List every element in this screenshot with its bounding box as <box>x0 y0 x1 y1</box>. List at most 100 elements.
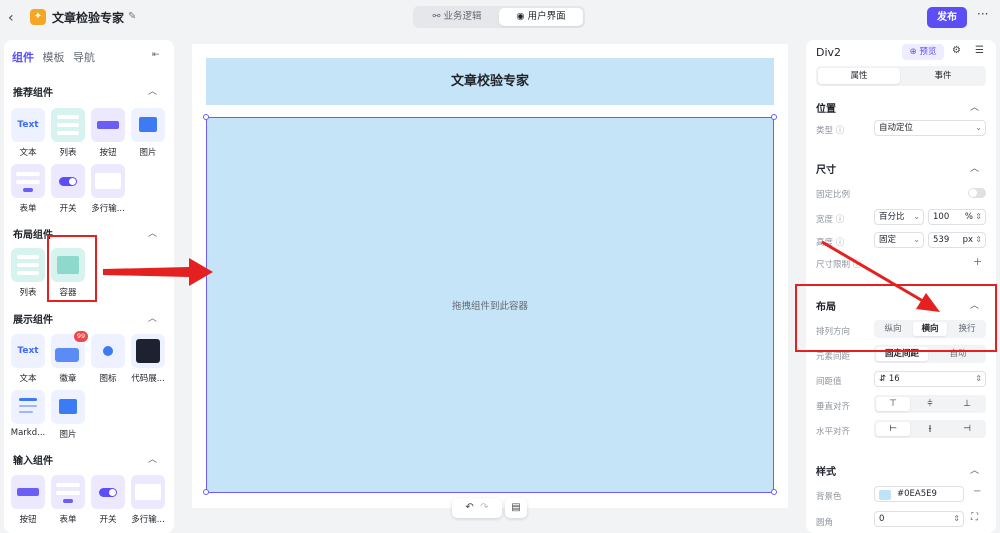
component-layout-list[interactable]: 列表 <box>10 248 46 298</box>
corner-expand-icon[interactable]: ⛶ <box>971 512 978 523</box>
component-text[interactable]: Text 文本 <box>10 108 46 158</box>
resize-handle-top-left[interactable] <box>203 114 209 120</box>
fixed-ratio-label: 固定比例 <box>816 190 851 200</box>
align-middle-icon[interactable]: ⫩ <box>913 397 947 411</box>
component-input-button[interactable]: 按钮 <box>10 475 46 525</box>
chevron-up-icon[interactable]: ︿ <box>970 100 979 113</box>
color-swatch[interactable] <box>879 490 891 500</box>
horizontal-align-label: 水平对齐 <box>816 427 851 437</box>
component-input-form[interactable]: 表单 <box>50 475 86 525</box>
align-left-icon[interactable]: ⊢ <box>876 422 910 436</box>
code-thumb-icon <box>131 334 165 368</box>
selected-container[interactable]: 拖拽组件到此容器 <box>206 117 774 493</box>
section-title-display: 展示组件 <box>13 315 53 326</box>
component-input-switch[interactable]: 开关 <box>90 475 126 525</box>
chevron-up-icon[interactable]: ︿ <box>148 452 157 465</box>
canvas-title-block[interactable]: 文章校验专家 <box>206 58 774 105</box>
align-right-icon[interactable]: ⊣ <box>950 422 984 436</box>
undo-icon[interactable]: ↶ <box>465 502 473 513</box>
tab-user-interface[interactable]: ◉ 用户界面 <box>499 8 583 26</box>
chevron-up-icon[interactable]: ︿ <box>148 311 157 324</box>
redo-icon[interactable]: ↷ <box>480 502 488 513</box>
edit-icon[interactable]: ✎ <box>128 11 136 22</box>
preview-button[interactable]: ⊕ 预览 <box>902 44 944 60</box>
component-code-display[interactable]: 代码展... <box>130 334 166 384</box>
selected-element-name: Div2 <box>816 46 842 59</box>
component-icon[interactable]: 图标 <box>90 334 126 384</box>
badge-count: 99 <box>74 331 88 342</box>
component-markdown[interactable]: Markd... <box>10 390 46 438</box>
gear-icon[interactable]: ⚙ <box>952 45 961 56</box>
component-display-image[interactable]: 图片 <box>50 390 86 440</box>
list-thumb-icon <box>51 108 85 142</box>
text-thumb-icon: Text <box>11 334 45 368</box>
component-list[interactable]: 列表 <box>50 108 86 158</box>
textarea-thumb-icon <box>91 164 125 198</box>
button-thumb-icon <box>91 108 125 142</box>
annotation-arrow-right <box>103 258 213 286</box>
section-size: 尺寸 <box>816 165 836 176</box>
component-button[interactable]: 按钮 <box>90 108 126 158</box>
align-center-icon[interactable]: ⫲ <box>913 422 947 436</box>
position-type-label: 类型 ⓘ <box>816 126 845 136</box>
radius-label: 圆角 <box>816 518 834 528</box>
document-icon[interactable]: ▤ <box>505 498 527 518</box>
gap-label: 间距值 <box>816 377 842 387</box>
component-badge[interactable]: 99 徽章 <box>50 331 88 384</box>
chevron-up-icon[interactable]: ︿ <box>148 84 157 97</box>
collapse-panel-icon[interactable]: ⇤ <box>152 50 160 60</box>
width-mode-select[interactable]: 百分比 ⌄ <box>874 209 924 225</box>
tab-navigation[interactable]: 导航 <box>73 49 95 65</box>
align-top-icon[interactable]: ⊤ <box>876 397 910 411</box>
tab-business-logic[interactable]: ⚯ 业务逻辑 <box>415 8 499 26</box>
panel-menu-icon[interactable]: ☰ <box>975 45 984 56</box>
component-textarea[interactable]: 多行输... <box>90 164 126 214</box>
section-style: 样式 <box>816 467 836 478</box>
chevron-left-icon[interactable]: ‹ <box>8 10 14 26</box>
fixed-ratio-toggle[interactable] <box>968 188 986 198</box>
form-thumb-icon <box>51 475 85 509</box>
component-switch[interactable]: 开关 <box>50 164 86 214</box>
component-input-textarea[interactable]: 多行输... <box>130 475 166 525</box>
component-label: 多行输... <box>91 204 125 214</box>
form-thumb-icon <box>11 164 45 198</box>
annotation-box-container <box>47 235 97 302</box>
section-title-recommended: 推荐组件 <box>13 88 53 99</box>
component-display-text[interactable]: Text 文本 <box>10 334 46 384</box>
resize-handle-bottom-left[interactable] <box>203 489 209 495</box>
section-position: 位置 <box>816 104 836 115</box>
component-label: 代码展... <box>131 374 165 384</box>
chevron-up-icon[interactable]: ︿ <box>148 226 157 239</box>
component-label: 图片 <box>59 430 77 440</box>
more-icon[interactable]: ··· <box>977 7 988 21</box>
image-thumb-icon <box>51 390 85 424</box>
align-bottom-icon[interactable]: ⊥ <box>950 397 984 411</box>
resize-handle-bottom-right[interactable] <box>771 489 777 495</box>
component-form[interactable]: 表单 <box>10 164 46 214</box>
component-image[interactable]: 图片 <box>130 108 166 158</box>
resize-handle-top-right[interactable] <box>771 114 777 120</box>
drop-hint: 拖拽组件到此容器 <box>451 301 528 312</box>
width-input[interactable]: 100% ⇕ <box>928 209 986 225</box>
tab-properties[interactable]: 属性 <box>818 68 900 84</box>
radius-input[interactable]: 0 ⇕ <box>874 511 964 527</box>
chevron-up-icon[interactable]: ︿ <box>970 463 979 476</box>
tab-templates[interactable]: 模板 <box>43 49 65 65</box>
text-thumb-icon: Text <box>11 108 45 142</box>
vertical-align-label: 垂直对齐 <box>816 402 851 412</box>
tab-components[interactable]: 组件 <box>12 49 34 65</box>
position-type-select[interactable]: 自动定位 ⌄ <box>874 120 986 136</box>
tab-events[interactable]: 事件 <box>902 68 984 84</box>
switch-thumb-icon <box>91 475 125 509</box>
page-canvas[interactable]: 文章校验专家 拖拽组件到此容器 <box>192 44 788 508</box>
component-label: 图片 <box>139 148 157 158</box>
publish-button[interactable]: 发布 <box>927 7 967 28</box>
add-size-limit-icon[interactable]: + <box>973 255 982 268</box>
remove-bg-icon[interactable]: − <box>973 486 981 497</box>
section-title-input: 输入组件 <box>13 456 53 467</box>
chevron-up-icon[interactable]: ︿ <box>970 161 979 174</box>
switch-thumb-icon <box>51 164 85 198</box>
gap-input[interactable]: ⇵ 16 ⇕ <box>874 371 986 387</box>
bg-color-input[interactable]: #0EA5E9 <box>874 486 964 502</box>
property-tabs: 属性 事件 <box>816 66 986 86</box>
